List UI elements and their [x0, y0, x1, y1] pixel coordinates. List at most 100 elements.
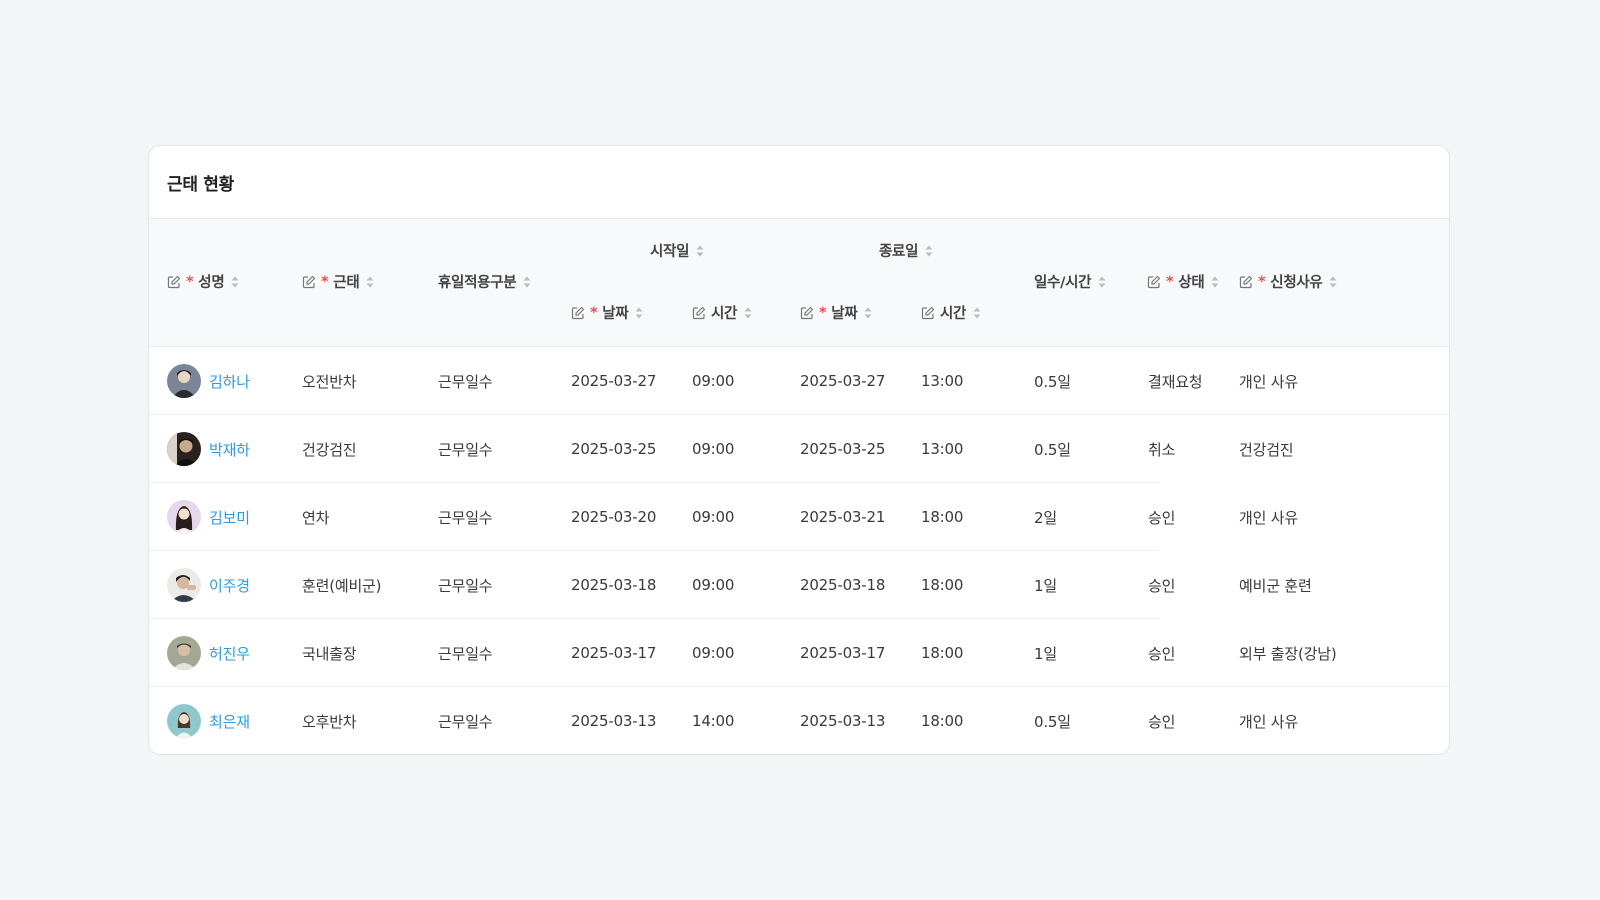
column-group-label: 시작일 — [650, 244, 690, 260]
employee-name-link[interactable]: 최은재 — [209, 711, 250, 732]
attendance-cell: 연차 — [302, 508, 330, 527]
sort-icon[interactable] — [365, 275, 375, 289]
edit-icon — [167, 275, 181, 289]
start-time-cell: 14:00 — [692, 712, 735, 730]
status-cell: 승인 — [1148, 644, 1176, 663]
employee-name-link[interactable]: 이주경 — [209, 575, 250, 596]
start-date-cell: 2025-03-17 — [571, 644, 657, 662]
required-asterisk: * — [321, 273, 329, 290]
column-header-label: 시간 — [711, 306, 738, 322]
table-row[interactable]: 최은재 오후반차 근무일수 2025-03-13 14:00 2025-03-1… — [149, 687, 1449, 754]
required-asterisk: * — [819, 304, 827, 321]
edit-icon — [1239, 275, 1253, 289]
table-header: * 성명 * 근태 휴일적용구분 시작일 종료일 * 날짜 시간 * 날짜 시간… — [149, 219, 1449, 347]
sort-icon[interactable] — [924, 244, 934, 258]
status-cell: 승인 — [1148, 712, 1176, 731]
column-header-start-date[interactable]: * 날짜 — [571, 302, 644, 323]
holiday-type-cell: 근무일수 — [438, 712, 493, 731]
reason-cell: 개인 사유 — [1239, 712, 1298, 731]
column-header-status[interactable]: * 상태 — [1147, 271, 1220, 292]
end-date-cell: 2025-03-25 — [800, 440, 886, 458]
column-header-label: 상태 — [1178, 275, 1205, 291]
start-date-cell: 2025-03-27 — [571, 372, 657, 390]
end-time-cell: 18:00 — [921, 712, 964, 730]
column-group-start[interactable]: 시작일 — [650, 240, 705, 261]
name-cell[interactable]: 박재하 — [167, 415, 250, 483]
end-time-cell: 18:00 — [921, 576, 964, 594]
reason-cell: 건강검진 — [1239, 440, 1294, 459]
column-group-label: 종료일 — [879, 244, 919, 260]
start-date-cell: 2025-03-20 — [571, 508, 657, 526]
name-cell[interactable]: 이주경 — [167, 551, 250, 619]
name-cell[interactable]: 김보미 — [167, 483, 250, 551]
required-asterisk: * — [590, 304, 598, 321]
table-row[interactable]: 김보미 연차 근무일수 2025-03-20 09:00 2025-03-21 … — [149, 483, 1449, 551]
end-date-cell: 2025-03-13 — [800, 712, 886, 730]
column-header-label: 근태 — [333, 275, 360, 291]
column-header-name[interactable]: * 성명 — [167, 271, 240, 292]
sort-icon[interactable] — [634, 306, 644, 320]
reason-cell: 개인 사유 — [1239, 372, 1298, 391]
sort-icon[interactable] — [230, 275, 240, 289]
sort-icon[interactable] — [972, 306, 982, 320]
sort-icon[interactable] — [522, 275, 532, 289]
table-body: 김하나 오전반차 근무일수 2025-03-27 09:00 2025-03-2… — [149, 347, 1449, 754]
avatar — [167, 500, 201, 534]
name-cell[interactable]: 김하나 — [167, 347, 250, 415]
attendance-cell: 국내출장 — [302, 644, 357, 663]
sort-icon[interactable] — [1097, 275, 1107, 289]
start-time-cell: 09:00 — [692, 440, 735, 458]
card-title: 근태 현황 — [167, 174, 234, 195]
column-header-label: 날짜 — [831, 306, 858, 322]
holiday-type-cell: 근무일수 — [438, 576, 493, 595]
column-header-end-time[interactable]: 시간 — [921, 302, 982, 323]
table-row[interactable]: 허진우 국내출장 근무일수 2025-03-17 09:00 2025-03-1… — [149, 619, 1449, 687]
table-row[interactable]: 박재하 건강검진 근무일수 2025-03-25 09:00 2025-03-2… — [149, 415, 1449, 483]
avatar — [167, 704, 201, 738]
column-group-end[interactable]: 종료일 — [879, 240, 934, 261]
edit-icon — [800, 306, 814, 320]
employee-name-link[interactable]: 박재하 — [209, 439, 250, 460]
column-header-duration[interactable]: 일수/시간 — [1034, 271, 1107, 292]
employee-name-link[interactable]: 김보미 — [209, 507, 250, 528]
required-asterisk: * — [1166, 273, 1174, 290]
reason-cell: 예비군 훈련 — [1239, 576, 1312, 595]
edit-icon — [571, 306, 585, 320]
edit-icon — [1147, 275, 1161, 289]
start-date-cell: 2025-03-18 — [571, 576, 657, 594]
start-time-cell: 09:00 — [692, 508, 735, 526]
start-time-cell: 09:00 — [692, 644, 735, 662]
start-date-cell: 2025-03-25 — [571, 440, 657, 458]
reason-cell: 개인 사유 — [1239, 508, 1298, 527]
duration-cell: 0.5일 — [1034, 712, 1071, 731]
attendance-cell: 오후반차 — [302, 712, 357, 731]
column-header-attendance[interactable]: * 근태 — [302, 271, 375, 292]
sort-icon[interactable] — [695, 244, 705, 258]
column-header-start-time[interactable]: 시간 — [692, 302, 753, 323]
name-cell[interactable]: 최은재 — [167, 687, 250, 754]
start-time-cell: 09:00 — [692, 372, 735, 390]
employee-name-link[interactable]: 허진우 — [209, 643, 250, 664]
column-header-label: 일수/시간 — [1034, 275, 1092, 291]
duration-cell: 0.5일 — [1034, 372, 1071, 391]
status-cell: 취소 — [1148, 440, 1176, 459]
column-header-holiday-type[interactable]: 휴일적용구분 — [438, 271, 532, 292]
card-header: 근태 현황 — [149, 146, 1449, 219]
end-date-cell: 2025-03-27 — [800, 372, 886, 390]
employee-name-link[interactable]: 김하나 — [209, 371, 250, 392]
column-header-label: 신청사유 — [1270, 275, 1323, 291]
table-row[interactable]: 김하나 오전반차 근무일수 2025-03-27 09:00 2025-03-2… — [149, 347, 1449, 415]
end-time-cell: 13:00 — [921, 440, 964, 458]
sort-icon[interactable] — [863, 306, 873, 320]
end-time-cell: 18:00 — [921, 508, 964, 526]
sort-icon[interactable] — [1210, 275, 1220, 289]
column-header-reason[interactable]: * 신청사유 — [1239, 271, 1338, 292]
table-row[interactable]: 이주경 훈련(예비군) 근무일수 2025-03-18 09:00 2025-0… — [149, 551, 1449, 619]
sort-icon[interactable] — [743, 306, 753, 320]
column-header-end-date[interactable]: * 날짜 — [800, 302, 873, 323]
column-header-label: 휴일적용구분 — [438, 275, 517, 291]
name-cell[interactable]: 허진우 — [167, 619, 250, 687]
attendance-cell: 훈련(예비군) — [302, 576, 382, 595]
sort-icon[interactable] — [1328, 275, 1338, 289]
holiday-type-cell: 근무일수 — [438, 440, 493, 459]
